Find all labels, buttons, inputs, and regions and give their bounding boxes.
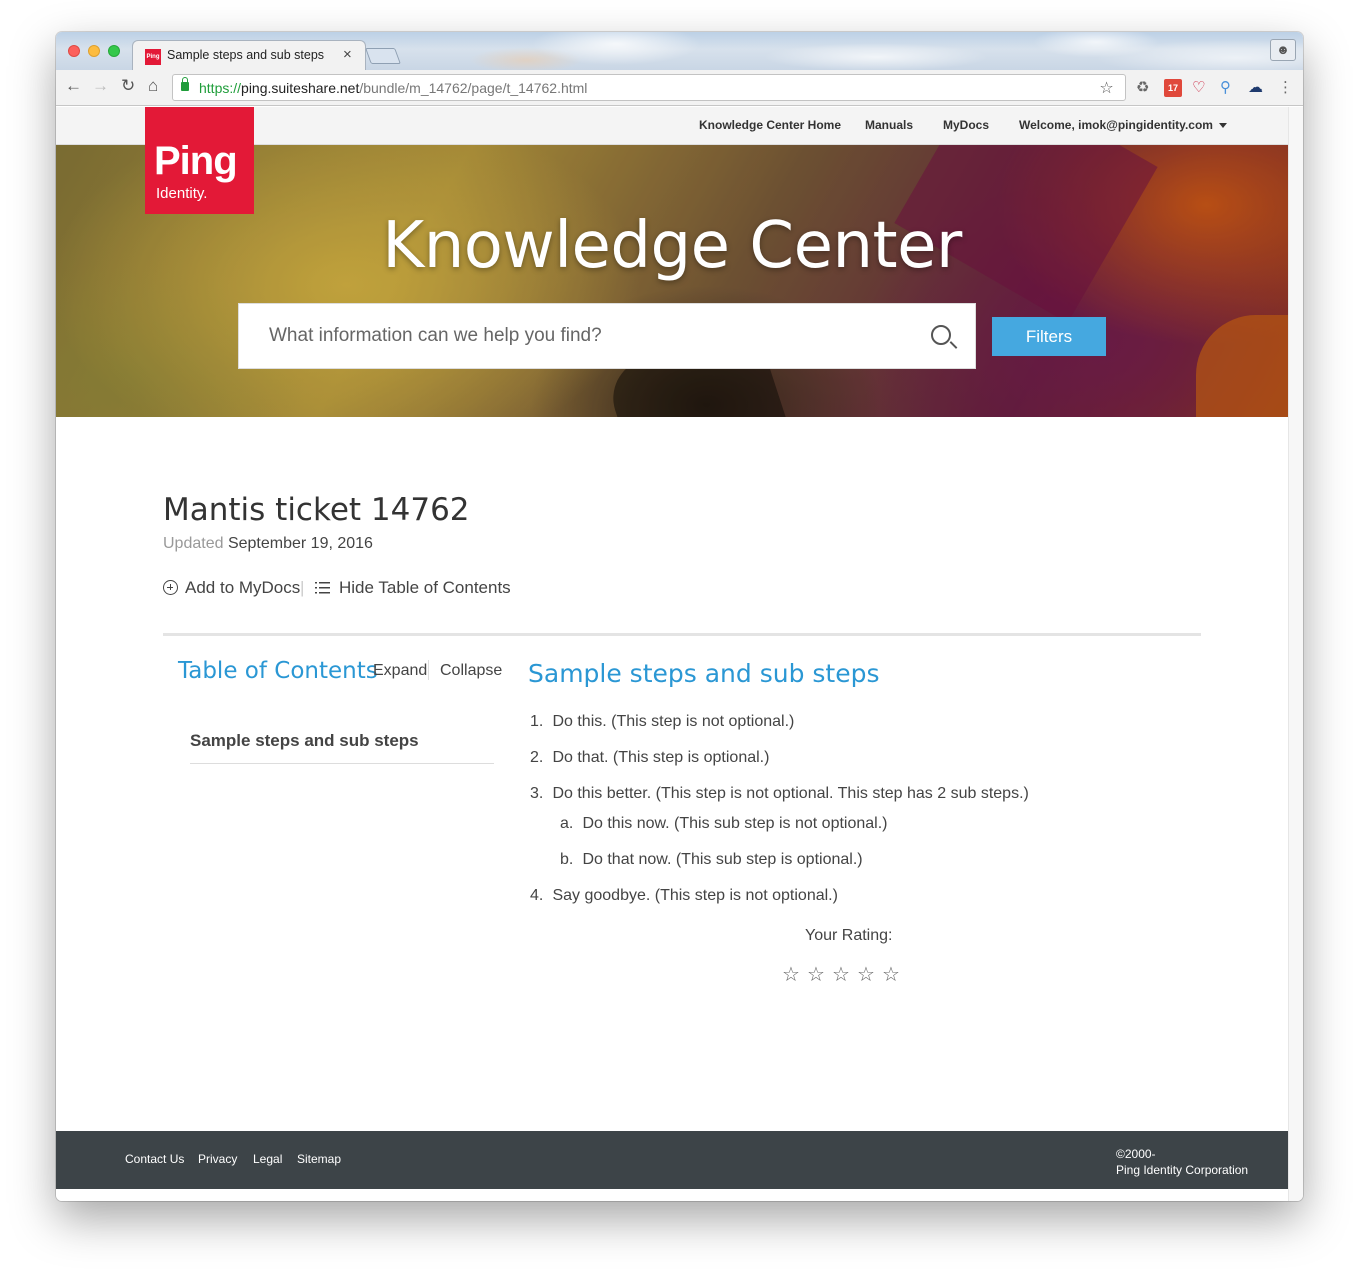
recycle-extension-icon[interactable]: ♻ — [1136, 79, 1149, 97]
step-text: Do this. (This step is not optional.) — [552, 713, 795, 730]
bookmark-star-icon[interactable]: ☆ — [1094, 78, 1119, 98]
step-text: Do that. (This step is optional.) — [552, 749, 770, 766]
minimize-window-button[interactable] — [88, 45, 100, 57]
logo-identity-text: Identity. — [156, 185, 208, 202]
footer-privacy-link[interactable]: Privacy — [198, 1152, 237, 1166]
step-number: 1. — [530, 713, 544, 730]
cloud-extension-icon[interactable]: ☁ — [1248, 79, 1263, 97]
ping-identity-logo[interactable]: Ping Identity. — [145, 107, 254, 214]
rating-label: Your Rating: — [805, 927, 893, 944]
list-item: 3. Do this better. (This step is not opt… — [530, 785, 1029, 803]
browser-window: Ping Sample steps and sub steps × ☻ ← → … — [56, 32, 1303, 1201]
scrollbar[interactable] — [1288, 107, 1303, 1201]
profile-icon[interactable]: ☻ — [1270, 39, 1296, 61]
updated-info: Updated September 19, 2016 — [163, 535, 373, 553]
substep-text: Do this now. (This sub step is not optio… — [582, 815, 888, 832]
nav-manuals[interactable]: Manuals — [865, 118, 913, 132]
url-host: ping.suiteshare.net — [241, 80, 360, 96]
star-icon[interactable]: ☆ — [830, 962, 855, 987]
toc-item[interactable]: Sample steps and sub steps — [190, 731, 419, 751]
url-scheme: https:// — [199, 80, 242, 96]
toc-expand-link[interactable]: Expand — [373, 662, 427, 680]
hide-toc-button[interactable]: Hide Table of Contents — [315, 578, 511, 598]
close-window-button[interactable] — [68, 45, 80, 57]
search-box — [238, 303, 976, 369]
copyright-line: ©2000- — [1116, 1147, 1156, 1161]
star-icon[interactable]: ☆ — [855, 962, 880, 987]
nav-knowledge-center-home[interactable]: Knowledge Center Home — [699, 118, 841, 132]
logo-ping-text: Ping — [154, 139, 238, 183]
hero-title: Knowledge Center — [56, 209, 1288, 283]
url-path: /bundle/m_14762/page/t_14762.html — [359, 80, 588, 96]
nav-user-menu[interactable]: Welcome, imok@pingidentity.com — [1019, 118, 1227, 132]
footer-legal-link[interactable]: Legal — [253, 1152, 282, 1166]
heart-extension-icon[interactable]: ♡ — [1192, 79, 1205, 97]
new-tab-button[interactable] — [365, 48, 401, 64]
step-number: 2. — [530, 749, 544, 766]
calendar-extension-icon[interactable]: 17 — [1164, 79, 1182, 97]
page-title: Mantis ticket 14762 — [163, 492, 470, 528]
home-icon[interactable]: ⌂ — [148, 76, 158, 96]
address-bar[interactable]: https://ping.suiteshare.net/bundle/m_147… — [172, 74, 1126, 101]
filters-button[interactable]: Filters — [992, 317, 1106, 356]
add-to-mydocs-label: Add to MyDocs — [185, 578, 301, 597]
nav-mydocs[interactable]: MyDocs — [943, 118, 989, 132]
list-item: 1. Do this. (This step is not optional.) — [530, 713, 794, 731]
toc-collapse-link[interactable]: Collapse — [440, 662, 502, 680]
add-to-mydocs-button[interactable]: Add to MyDocs — [163, 578, 300, 598]
welcome-text: Welcome, imok@pingidentity.com — [1019, 118, 1213, 132]
action-separator: | — [300, 578, 305, 597]
content-title: Sample steps and sub steps — [528, 659, 880, 688]
forward-arrow-icon[interactable]: → — [92, 76, 109, 96]
substep-text: Do that now. (This sub step is optional.… — [582, 851, 863, 868]
lock-icon — [181, 77, 189, 91]
toc-title: Table of Contents — [178, 658, 378, 684]
star-icon[interactable]: ☆ — [880, 962, 905, 987]
section-divider — [163, 633, 1201, 636]
copyright-line: Ping Identity Corporation — [1116, 1163, 1249, 1177]
footer-sitemap-link[interactable]: Sitemap — [297, 1152, 341, 1166]
key-extension-icon[interactable]: ⚲ — [1220, 79, 1231, 97]
back-arrow-icon[interactable]: ← — [65, 76, 82, 96]
updated-label: Updated — [163, 535, 224, 552]
step-number: 3. — [530, 785, 544, 802]
sub-list-item: a. Do this now. (This sub step is not op… — [560, 815, 888, 833]
browser-toolbar: ← → ↻ ⌂ https://ping.suiteshare.net/bund… — [56, 70, 1303, 106]
substep-letter: b. — [560, 851, 574, 868]
step-number: 4. — [530, 887, 544, 904]
reload-icon[interactable]: ↻ — [121, 76, 135, 96]
list-item: 2. Do that. (This step is optional.) — [530, 749, 769, 767]
search-input[interactable] — [239, 304, 919, 368]
url-text[interactable]: https://ping.suiteshare.net/bundle/m_147… — [199, 80, 587, 96]
search-icon[interactable] — [931, 325, 951, 345]
hide-toc-label: Hide Table of Contents — [339, 578, 511, 597]
toc-link-separator — [428, 660, 429, 680]
tab-close-icon[interactable]: × — [343, 46, 352, 63]
list-icon — [315, 582, 330, 594]
step-text: Say goodbye. (This step is not optional.… — [552, 887, 838, 904]
sub-list-item: b. Do that now. (This sub step is option… — [560, 851, 863, 869]
plus-circle-icon — [163, 580, 178, 595]
star-icon[interactable]: ☆ — [805, 962, 830, 987]
web-page: Knowledge Center Home Manuals MyDocs Wel… — [56, 107, 1288, 1201]
page-footer: Contact Us Privacy Legal Sitemap ©2000- P… — [56, 1131, 1288, 1189]
toc-item-divider — [190, 763, 494, 764]
list-item: 4. Say goodbye. (This step is not option… — [530, 887, 838, 905]
zoom-window-button[interactable] — [108, 45, 120, 57]
rating-stars: ☆ ☆ ☆ ☆ ☆ — [780, 962, 905, 987]
menu-kebab-icon[interactable]: ⋮ — [1278, 79, 1293, 97]
step-text: Do this better. (This step is not option… — [552, 785, 1029, 802]
substep-letter: a. — [560, 815, 574, 832]
footer-copyright: ©2000- Ping Identity Corporation — [1116, 1146, 1248, 1178]
star-icon[interactable]: ☆ — [780, 962, 805, 987]
footer-contact-link[interactable]: Contact Us — [125, 1152, 184, 1166]
updated-date: September 19, 2016 — [227, 535, 373, 552]
hero-title-text: Knowledge Center — [382, 209, 962, 283]
browser-tab[interactable]: Ping Sample steps and sub steps × — [132, 40, 366, 70]
tab-title: Sample steps and sub steps — [167, 48, 325, 62]
ping-favicon-icon: Ping — [145, 49, 161, 65]
tab-strip: Ping Sample steps and sub steps × ☻ — [56, 32, 1303, 70]
caret-down-icon — [1218, 123, 1227, 129]
